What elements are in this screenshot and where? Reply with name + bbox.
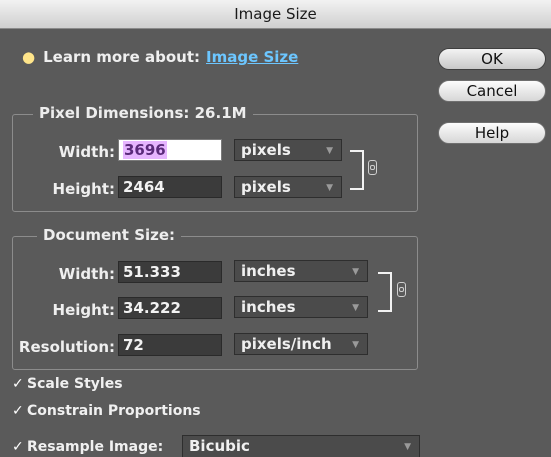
checkmark-icon: ✓	[12, 376, 24, 392]
checkmark-icon: ✓	[12, 403, 24, 419]
pixel-width-label: Width:	[58, 143, 115, 161]
pixel-height-unit-select[interactable]: pixels ▼	[234, 176, 342, 198]
pixel-height-label: Height:	[52, 180, 115, 198]
doc-height-label: Height:	[52, 301, 115, 319]
resolution-unit-select[interactable]: pixels/inch ▼	[234, 333, 368, 355]
pixel-width-unit-select[interactable]: pixels ▼	[234, 139, 342, 161]
chain-link-icon	[368, 160, 377, 175]
chevron-down-icon: ▼	[404, 442, 411, 452]
pixel-link-bracket	[350, 150, 364, 190]
doc-height-field[interactable]: 34.222	[118, 297, 222, 319]
learn-more: ● Learn more about: Image Size	[22, 48, 298, 66]
resample-image-checkbox[interactable]: ✓ Resample Image:	[12, 439, 163, 455]
pixel-height-field[interactable]: 2464	[118, 176, 222, 198]
learn-more-label: Learn more about:	[43, 48, 200, 66]
doc-width-label: Width:	[58, 265, 115, 283]
chevron-down-icon: ▼	[326, 183, 333, 193]
chevron-down-icon: ▼	[352, 340, 359, 350]
checkmark-icon: ✓	[12, 439, 24, 455]
pixel-width-field[interactable]: 3696	[118, 139, 222, 161]
pixel-dimensions-legend: Pixel Dimensions: 26.1M	[33, 104, 253, 122]
lightbulb-icon: ●	[22, 48, 36, 66]
constrain-proportions-checkbox[interactable]: ✓ Constrain Proportions	[12, 403, 201, 419]
doc-width-unit-select[interactable]: inches ▼	[234, 260, 368, 282]
resample-method-select[interactable]: Bicubic ▼	[182, 435, 420, 457]
help-button[interactable]: Help	[438, 122, 546, 144]
document-size-legend: Document Size:	[37, 226, 182, 244]
document-link-bracket	[378, 272, 392, 312]
scale-styles-checkbox[interactable]: ✓ Scale Styles	[12, 376, 123, 392]
chevron-down-icon: ▼	[352, 267, 359, 277]
ok-button[interactable]: OK	[438, 48, 546, 70]
chevron-down-icon: ▼	[326, 146, 333, 156]
cancel-button[interactable]: Cancel	[438, 80, 546, 102]
image-size-help-link[interactable]: Image Size	[206, 48, 298, 66]
chain-link-icon	[397, 282, 406, 297]
resolution-field[interactable]: 72	[118, 334, 222, 356]
resolution-label: Resolution:	[18, 338, 115, 356]
window-title: Image Size	[0, 0, 551, 29]
doc-width-field[interactable]: 51.333	[118, 261, 222, 283]
doc-height-unit-select[interactable]: inches ▼	[234, 296, 368, 318]
chevron-down-icon: ▼	[352, 303, 359, 313]
